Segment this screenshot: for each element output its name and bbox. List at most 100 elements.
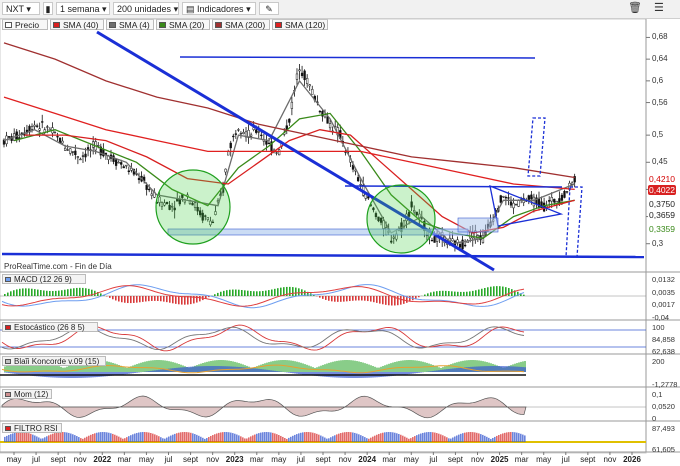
koncorde-blue-bar: [412, 372, 414, 374]
chart-canvas[interactable]: [0, 0, 680, 466]
macd-histogram-bar: [115, 296, 117, 301]
koncorde-green-bar: [412, 360, 414, 372]
koncorde-green-bar: [298, 362, 300, 372]
macd-histogram-bar: [358, 296, 360, 301]
koncorde-blue-bar: [418, 372, 420, 373]
macd-histogram-bar: [451, 291, 453, 296]
macd-histogram-bar: [502, 286, 504, 296]
price-candle: [74, 150, 77, 156]
macd-histogram-bar: [433, 291, 435, 296]
macd-histogram-bar: [289, 286, 291, 296]
koncorde-green-bar: [356, 361, 358, 372]
macd-histogram-bar: [523, 294, 525, 296]
koncorde-blue-bar: [188, 366, 190, 372]
rsi-bar: [198, 435, 200, 442]
macd-histogram-bar: [28, 288, 30, 296]
macd-histogram-bar: [181, 296, 183, 305]
rsi-bar: [218, 432, 220, 442]
koncorde-blue-bar: [442, 369, 444, 372]
macd-histogram-bar: [508, 288, 510, 296]
koncorde-blue-bar: [432, 370, 434, 372]
koncorde-green-bar: [4, 366, 6, 372]
rsi-bar: [460, 433, 462, 442]
x-tick-label: 2023: [225, 455, 244, 464]
rsi-bar: [270, 432, 272, 442]
rsi-bar: [216, 433, 218, 442]
rsi-bar: [234, 433, 236, 442]
koncorde-blue-bar: [8, 372, 10, 374]
price-candle: [560, 194, 564, 201]
koncorde-blue-bar: [302, 372, 304, 375]
rsi-bar: [54, 433, 56, 442]
rsi-bar: [364, 437, 366, 442]
koncorde-green-bar: [404, 360, 406, 372]
koncorde-green-bar: [416, 360, 418, 372]
macd-histogram-bar: [472, 290, 474, 296]
panel-swatch: [5, 277, 11, 282]
x-tick-label: may: [6, 455, 22, 464]
price-candle: [117, 161, 120, 164]
price-tag: 0,4210: [648, 174, 676, 184]
rsi-bar: [188, 432, 190, 442]
rsi-bar: [66, 432, 68, 442]
macd-histogram-bar: [325, 296, 327, 300]
koncorde-green-bar: [112, 362, 114, 372]
price-candle: [359, 184, 362, 186]
rsi-bar: [262, 432, 264, 442]
price-candle: [275, 152, 278, 154]
price-tick-label: 0,45: [652, 157, 668, 167]
rsi-bar: [482, 434, 484, 442]
price-candle: [229, 142, 232, 149]
rsi-bar: [258, 433, 260, 442]
koncorde-blue-bar: [258, 368, 260, 372]
koncorde-blue-bar: [474, 366, 476, 372]
x-tick-label: jul: [32, 455, 41, 464]
rsi-bar: [316, 433, 318, 442]
koncorde-blue-bar: [150, 370, 152, 372]
koncorde-green-bar: [382, 366, 384, 372]
panel-value-label: 0,0132: [652, 275, 675, 284]
macd-histogram-bar: [469, 291, 471, 296]
macd-histogram-bar: [85, 288, 87, 296]
rsi-bar: [516, 432, 518, 442]
price-candle: [120, 162, 123, 165]
rsi-bar: [290, 436, 292, 442]
rsi-bar: [350, 432, 352, 442]
koncorde-blue-bar: [180, 367, 182, 372]
koncorde-blue-bar: [6, 372, 8, 373]
koncorde-green-bar: [348, 360, 350, 372]
rsi-bar: [430, 432, 432, 442]
rsi-bar: [298, 433, 300, 442]
price-candle: [311, 89, 314, 95]
price-candle: [38, 128, 41, 131]
macd-histogram-bar: [43, 290, 45, 296]
panel-swatch: [5, 426, 11, 431]
koncorde-green-bar: [280, 360, 282, 372]
koncorde-blue-bar: [222, 366, 224, 372]
price-candle: [137, 178, 141, 181]
koncorde-green-bar: [276, 360, 278, 372]
macd-histogram-bar: [361, 296, 363, 301]
macd-histogram-bar: [40, 290, 42, 296]
macd-histogram-bar: [463, 291, 465, 296]
macd-histogram-bar: [322, 296, 324, 299]
rsi-bar: [474, 432, 476, 442]
koncorde-green-bar: [124, 367, 126, 372]
panel-value-label: 0,0035: [652, 287, 675, 297]
rsi-bar: [346, 432, 348, 442]
koncorde-blue-bar: [162, 369, 164, 372]
rsi-bar: [6, 435, 8, 442]
koncorde-green-bar: [154, 360, 156, 372]
macd-histogram-bar: [214, 294, 216, 296]
rsi-bar: [386, 432, 388, 442]
rsi-bar: [86, 436, 88, 442]
macd-histogram-bar: [130, 296, 132, 304]
koncorde-green-bar: [414, 360, 416, 372]
price-candle: [306, 78, 309, 84]
rsi-bar: [304, 432, 306, 442]
rsi-bar: [248, 437, 250, 442]
rsi-bar: [130, 435, 132, 442]
koncorde-blue-bar: [300, 372, 302, 375]
macd-histogram-bar: [34, 289, 36, 296]
macd-histogram-bar: [400, 296, 402, 305]
